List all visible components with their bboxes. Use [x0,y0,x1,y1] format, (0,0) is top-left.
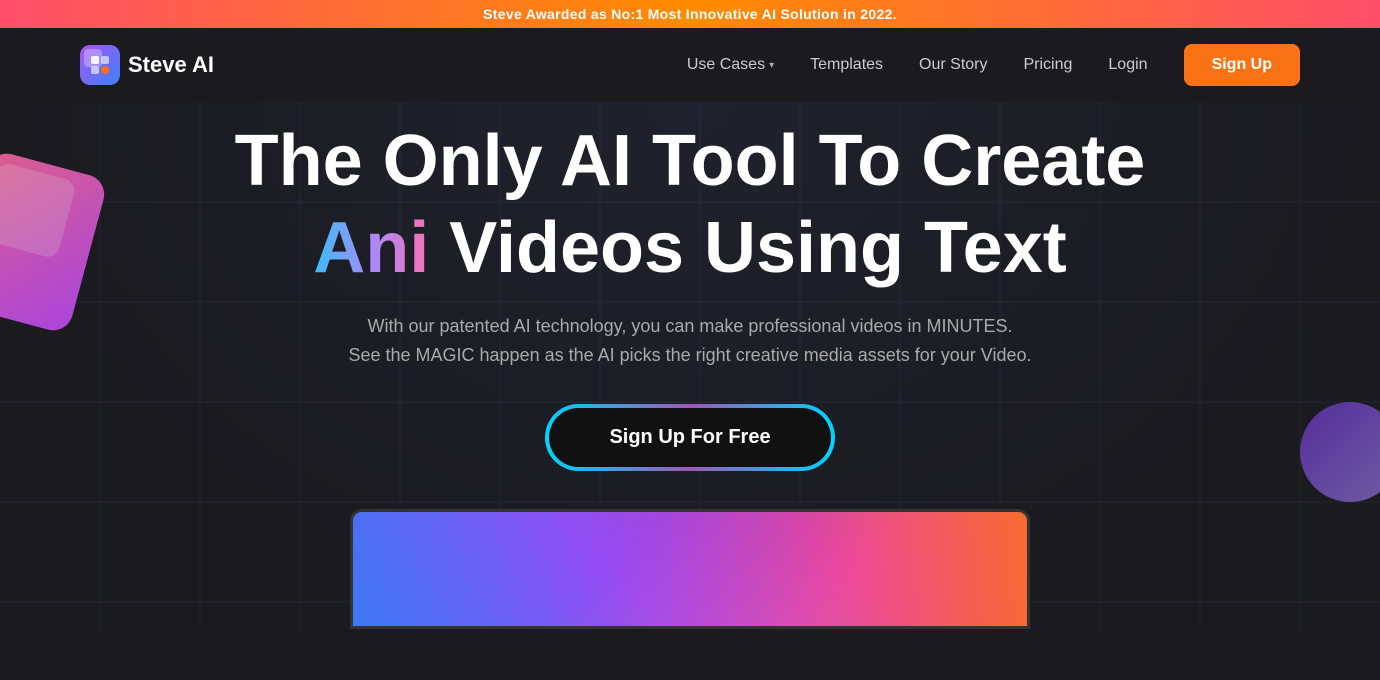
video-frame [350,509,1030,629]
signup-free-button[interactable]: Sign Up For Free [547,406,832,469]
nav-item-pricing[interactable]: Pricing [1024,56,1073,74]
signup-button[interactable]: Sign Up [1184,44,1300,86]
cta-wrapper: Sign Up For Free [547,406,832,469]
hero-title-line2: Ani Videos Using Text [40,209,1340,288]
navbar: Steve AI Use Cases ▾ Templates Our Story… [0,28,1380,102]
video-content [353,512,1027,626]
hero-title-suffix: Videos Using Text [429,208,1067,288]
hero-section: The Only AI Tool To Create Ani Videos Us… [0,102,1380,629]
announcement-text: Steve Awarded as No:1 Most Innovative AI… [483,6,897,22]
logo-icon [80,45,120,85]
nav-links: Use Cases ▾ Templates Our Story Pricing … [687,44,1300,86]
logo[interactable]: Steve AI [80,45,214,85]
login-link[interactable]: Login [1108,56,1147,74]
announcement-bar: Steve Awarded as No:1 Most Innovative AI… [0,0,1380,28]
hero-ani-text: Ani [313,208,429,288]
nav-item-our-story[interactable]: Our Story [919,56,987,74]
hero-title-line1: The Only AI Tool To Create [40,122,1340,201]
nav-item-templates[interactable]: Templates [810,56,883,74]
hero-subtitle: With our patented AI technology, you can… [40,312,1340,370]
nav-item-use-cases[interactable]: Use Cases ▾ [687,56,774,74]
video-preview [350,509,1030,629]
logo-text: Steve AI [128,52,214,78]
chevron-down-icon: ▾ [769,60,774,71]
